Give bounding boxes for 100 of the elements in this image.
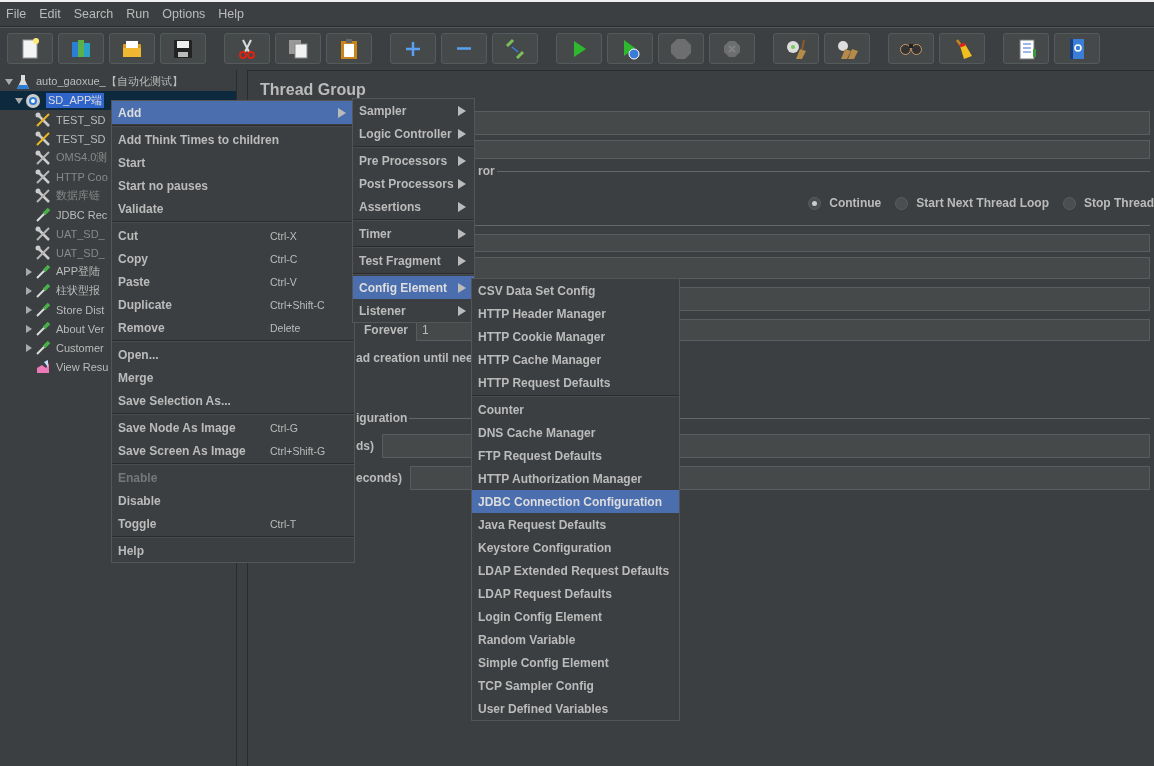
menu-item[interactable]: Counter	[472, 398, 679, 421]
tree-node[interactable]: APP登陆	[56, 264, 100, 279]
toolbar-button[interactable]	[7, 33, 53, 64]
expand-arrow-icon[interactable]	[24, 323, 34, 334]
menu-item[interactable]: Simple Config Element	[472, 651, 679, 674]
menu-item[interactable]: Merge	[112, 366, 354, 389]
menu-item[interactable]: Listener	[353, 299, 474, 322]
toolbar-button[interactable]	[1054, 33, 1100, 64]
menu-item[interactable]: File	[6, 7, 27, 21]
tree-node[interactable]: View Resu	[56, 360, 109, 373]
toolbar-button[interactable]	[1003, 33, 1049, 64]
menu-item[interactable]: TCP Sampler Config	[472, 674, 679, 697]
pencils-icon	[503, 36, 527, 61]
menu-item[interactable]: CSV Data Set Config	[472, 279, 679, 302]
menu-item[interactable]: Test Fragment	[353, 249, 474, 272]
toolbar-button[interactable]	[109, 33, 155, 64]
tree-node[interactable]: JDBC Rec	[56, 208, 108, 221]
menu-item[interactable]: Duplicate Ctrl+Shift-C	[112, 293, 354, 316]
menu-item[interactable]: Help	[218, 7, 245, 21]
toolbar-button[interactable]	[326, 33, 372, 64]
tree-node[interactable]: About Ver	[56, 322, 105, 335]
menu-item[interactable]: DNS Cache Manager	[472, 421, 679, 444]
wrench-screwdriver-icon	[35, 149, 51, 166]
menu-item[interactable]: LDAP Extended Request Defaults	[472, 559, 679, 582]
pipette-icon	[35, 301, 51, 318]
flask-icon	[15, 73, 31, 90]
radio-option[interactable]: Stop Thread	[1063, 196, 1154, 210]
menu-item[interactable]: Add Think Times to children	[112, 128, 354, 151]
tree-node[interactable]: auto_gaoxue_【自动化测试】	[36, 74, 183, 89]
minus-icon	[457, 47, 471, 50]
radio-button[interactable]	[808, 196, 822, 210]
menu-item[interactable]: Timer	[353, 222, 474, 245]
field-label: econds)	[356, 471, 402, 485]
menu-item[interactable]: Start	[112, 151, 354, 174]
wrench-screwdriver-icon	[35, 187, 51, 204]
menu-item[interactable]: Run	[126, 7, 150, 21]
menu-item[interactable]: Add	[112, 101, 354, 124]
tree-node[interactable]: Customer	[56, 341, 104, 354]
menu-item[interactable]: Edit	[39, 7, 61, 21]
menu-item[interactable]: JDBC Connection Configuration	[472, 490, 679, 513]
radio-option[interactable]: Continue	[808, 196, 882, 210]
toolbar-button[interactable]	[160, 33, 206, 64]
menu-item[interactable]: HTTP Cache Manager	[472, 348, 679, 371]
menu-item[interactable]: Login Config Element	[472, 605, 679, 628]
toolbar-button[interactable]	[773, 33, 819, 64]
menu-item[interactable]: Validate	[112, 197, 354, 220]
menu-item[interactable]: Keystore Configuration	[472, 536, 679, 559]
group-legend: iguration	[356, 411, 408, 425]
menu-item[interactable]: HTTP Request Defaults	[472, 371, 679, 394]
menu-item[interactable]: Assertions	[353, 195, 474, 218]
menu-item[interactable]: Logic Controller	[353, 122, 474, 145]
radio-button[interactable]	[895, 196, 909, 210]
expand-arrow-icon[interactable]	[24, 266, 34, 277]
tree-node[interactable]: 柱状型报	[56, 283, 100, 298]
menu-item[interactable]: Copy Ctrl-C	[112, 247, 354, 270]
menu-item[interactable]: Config Element	[353, 276, 474, 299]
menu-item[interactable]: Cut Ctrl-X	[112, 224, 354, 247]
wrench-screwdriver-icon	[35, 111, 51, 128]
menu-item[interactable]: HTTP Authorization Manager	[472, 467, 679, 490]
menu-item[interactable]: LDAP Request Defaults	[472, 582, 679, 605]
toolbar-button[interactable]	[824, 33, 870, 64]
expand-arrow-icon[interactable]	[24, 342, 34, 353]
wrench-screwdriver-icon	[35, 168, 51, 185]
menu-item[interactable]: User Defined Variables	[472, 697, 679, 720]
menu-item[interactable]: Search	[73, 7, 114, 21]
field-label: ds)	[356, 439, 374, 453]
pipette-icon	[35, 263, 51, 280]
menu-item[interactable]: Paste Ctrl-V	[112, 270, 354, 293]
tree-node[interactable]: SD_APP端	[46, 93, 105, 108]
menu-item[interactable]: Pre Processors	[353, 149, 474, 172]
menu-item[interactable]: Random Variable	[472, 628, 679, 651]
wrench-screwdriver-icon	[35, 130, 51, 147]
menu-item[interactable]: Java Request Defaults	[472, 513, 679, 536]
menu-item[interactable]: Remove Delete	[112, 316, 354, 339]
menu-item[interactable]: Start no pauses	[112, 174, 354, 197]
radio-option[interactable]: Start Next Thread Loop	[895, 196, 1049, 210]
menu-item[interactable]: FTP Request Defaults	[472, 444, 679, 467]
tree-node[interactable]: Store Dist	[56, 303, 105, 316]
collapse-arrow-icon[interactable]	[14, 95, 24, 106]
stop-sign-icon	[669, 36, 693, 61]
pipette-icon	[35, 206, 51, 223]
menu-item[interactable]: Options	[162, 7, 206, 21]
radio-button[interactable]	[1063, 196, 1076, 210]
menu-item[interactable]: Save Screen As Image Ctrl+Shift-G	[112, 439, 354, 462]
pipette-icon	[35, 282, 51, 299]
tree-node[interactable]: TEST_SD	[56, 113, 106, 126]
expand-arrow-icon[interactable]	[24, 304, 34, 315]
toolbar-button[interactable]	[275, 33, 321, 64]
menu-item[interactable]: Save Selection As...	[112, 389, 354, 412]
menu-item[interactable]: Post Processors	[353, 172, 474, 195]
menu-item[interactable]: Disable	[112, 489, 354, 512]
tree-node[interactable]: TEST_SD	[56, 132, 106, 145]
pipette-icon	[35, 339, 51, 356]
menu-item[interactable]: Toggle Ctrl-T	[112, 512, 354, 535]
menu-item[interactable]: Save Node As Image Ctrl-G	[112, 416, 354, 439]
expand-arrow-icon[interactable]	[24, 285, 34, 296]
menu-item[interactable]: Sampler	[353, 99, 474, 122]
menu-item[interactable]: Open...	[112, 343, 354, 366]
collapse-arrow-icon[interactable]	[4, 76, 14, 87]
menu-item[interactable]: Help	[112, 539, 354, 562]
